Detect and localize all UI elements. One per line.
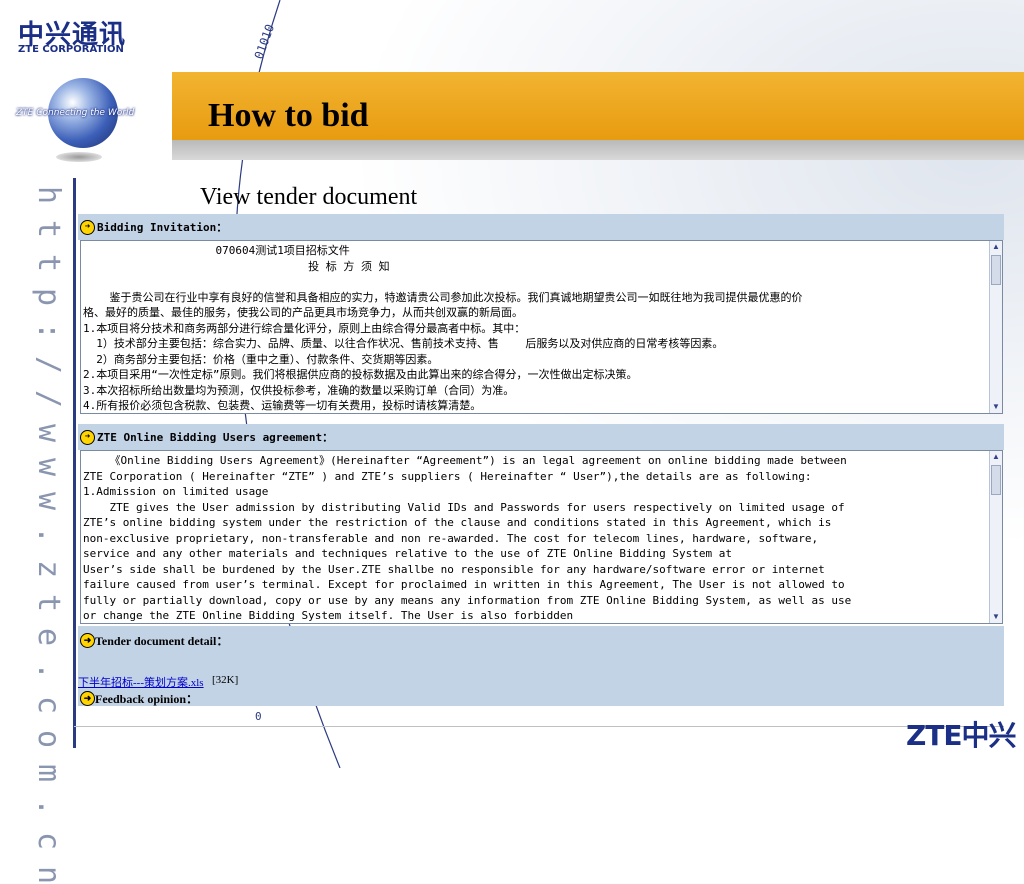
vertical-url-char: / [31, 389, 66, 409]
bidding-invitation-line [83, 274, 988, 290]
vertical-url-char: t [31, 593, 66, 613]
scrollbar[interactable]: ▲ ▼ [989, 241, 1002, 413]
tender-detail-header: ➜ Tender document detail： [78, 632, 228, 649]
scroll-up-icon[interactable]: ▲ [990, 451, 1002, 463]
vertical-url-char: m [31, 763, 66, 783]
vertical-url: h t t p: / / w w w. z t e. c o m. c n [28, 178, 68, 884]
svg-text:0: 0 [255, 710, 262, 723]
vertical-url-char: w [31, 423, 66, 443]
agreement-label: ZTE Online Bidding Users agreement： [97, 431, 334, 444]
agreement-line: or change the ZTE Online Bidding System … [83, 609, 574, 621]
tender-file-size: [32K] [212, 674, 239, 686]
scrollbar[interactable]: ▲ ▼ [989, 451, 1002, 623]
tender-detail-section: ➜ Tender document detail： 下半年招标---策划方案.x… [78, 626, 1004, 706]
bidding-invitation-label: Bidding Invitation： [97, 221, 228, 234]
tender-detail-label: Tender document detail： [95, 634, 229, 648]
scroll-up-icon[interactable]: ▲ [990, 241, 1002, 253]
tender-file-link[interactable]: 下半年招标---策划方案.xls [78, 674, 204, 690]
vertical-url-char: n [31, 865, 66, 884]
vertical-url-char: e [31, 627, 66, 647]
vertical-url-char: . [31, 661, 66, 681]
vertical-url-char: w [31, 457, 66, 477]
vertical-url-char: h [31, 185, 66, 205]
subtitle: View tender document [200, 184, 418, 210]
arrow-right-icon: ➜ [80, 633, 95, 648]
agreement-header: ➜ ZTE Online Bidding Users agreement： [78, 424, 1004, 450]
agreement-line: ZTE gives the User admission by distribu… [83, 500, 845, 514]
agreement-line: 1.Admission on limited usage [83, 485, 269, 498]
agreement-line: failure caused from user’s terminal. Exc… [83, 578, 845, 591]
agreement-text: 《Online Bidding Users Agreement》(Hereina… [83, 453, 988, 621]
agreement-line: ZTE’s online bidding system under the re… [83, 516, 832, 529]
bidding-invitation-line: 格、最好的质量、最佳的服务，使我公司的产品更具市场竞争力，从而共创双赢的新局面。 [83, 306, 523, 319]
vertical-url-char: p [31, 287, 66, 307]
bottom-divider [74, 726, 1004, 727]
vertical-url-char: . [31, 525, 66, 545]
scroll-down-icon[interactable]: ▼ [990, 611, 1002, 623]
bidding-invitation-header: ➜ Bidding Invitation： [78, 214, 1004, 240]
svg-text:01010: 01010 [252, 22, 278, 61]
agreement-textarea[interactable]: 《Online Bidding Users Agreement》(Hereina… [80, 450, 1003, 624]
scroll-down-icon[interactable]: ▼ [990, 401, 1002, 413]
arrow-right-icon: ➜ [80, 219, 95, 235]
globe-caption: ZTE Connecting the World [16, 108, 135, 118]
agreement-line: non-exclusive proprietary, non-transfera… [83, 531, 819, 545]
feedback-header: ➜ Feedback opinion： [78, 690, 198, 707]
vertical-url-char: / [31, 355, 66, 375]
page-title: How to bid [208, 97, 369, 134]
bidding-invitation-line: 070604测试1项目招标文件 [83, 244, 350, 257]
vertical-url-char: : [31, 321, 66, 341]
agreement-line: ZTE Corporation ( Hereinafter “ZTE” ) an… [83, 469, 812, 483]
scroll-thumb[interactable] [991, 465, 1001, 495]
vertical-url-char: c [31, 831, 66, 851]
zte-logo-bottom: ZTE中兴 [906, 719, 1017, 752]
bidding-invitation-line: 2.本项目采用“一次性定标”原则。我们将根据供应商的投标数据及由此算出来的综合得… [83, 368, 638, 381]
bidding-invitation-line: 鉴于贵公司在行业中享有良好的信誉和具备相应的实力，特邀请贵公司参加此次投标。我们… [83, 290, 803, 304]
vertical-url-char: z [31, 559, 66, 579]
bidding-invitation-line: 4.所有报价必须包含税款、包装费、运输费等一切有关费用，投标时请核算清楚。 [83, 399, 482, 411]
vertical-url-char: t [31, 253, 66, 273]
vertical-url-char: . [31, 797, 66, 817]
agreement-line: fully or partially download, copy or use… [83, 593, 852, 607]
agreement-line: 《Online Bidding Users Agreement》(Hereina… [83, 454, 847, 467]
bidding-invitation-line: 2）商务部分主要包括：价格（重中之重）、付款条件、交货期等因素。 [83, 352, 439, 366]
arrow-right-icon: ➜ [80, 691, 95, 706]
bidding-invitation-line: 1.本项目将分技术和商务两部分进行综合量化评分，原则上由综合得分最高者中标。其中… [83, 321, 526, 335]
feedback-label: Feedback opinion： [95, 692, 199, 706]
bidding-invitation-line: 1）技术部分主要包括：综合实力、品牌、质量、以往合作状况、售前技术支持、售 后服… [83, 337, 724, 350]
bidding-invitation-textarea[interactable]: 070604测试1项目招标文件 投 标 方 须 知 鉴于贵公司在行业中享有良好的… [80, 240, 1003, 414]
vertical-url-char: o [31, 729, 66, 749]
zte-logo-en: ZTE CORPORATION [18, 44, 124, 55]
vertical-url-char: c [31, 695, 66, 715]
title-bar-shadow [172, 140, 1024, 160]
globe-shadow [56, 152, 102, 162]
scroll-thumb[interactable] [991, 255, 1001, 285]
bidding-invitation-line: 3.本次招标所给出数量均为预测，仅供投标参考，准确的数量以采购订单（合同）为准。 [83, 383, 515, 397]
bidding-invitation-line: 投 标 方 须 知 [83, 259, 390, 273]
arrow-right-icon: ➜ [80, 429, 95, 445]
agreement-line: service and any other materials and tech… [83, 547, 733, 560]
vertical-url-char: w [31, 491, 66, 511]
bidding-invitation-text: 070604测试1项目招标文件 投 标 方 须 知 鉴于贵公司在行业中享有良好的… [83, 243, 988, 411]
vertical-url-char: t [31, 219, 66, 239]
vertical-divider [73, 178, 76, 748]
agreement-line: User’s side shall be burdened by the Use… [83, 562, 825, 576]
